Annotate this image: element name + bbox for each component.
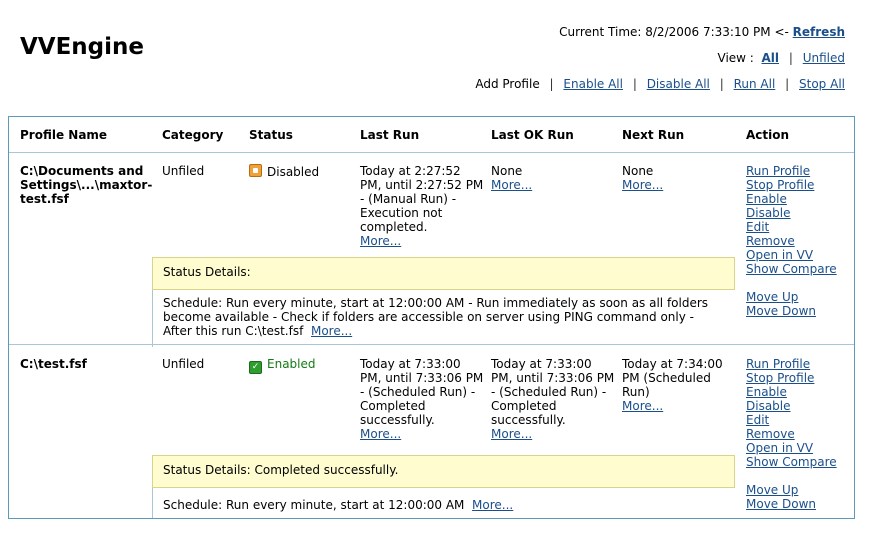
last-ok-run-more-link[interactable]: More... bbox=[491, 178, 532, 192]
open-in-vv-link[interactable]: Open in VV bbox=[746, 248, 854, 262]
show-compare-link[interactable]: Show Compare bbox=[746, 455, 854, 469]
separator: | bbox=[719, 77, 724, 91]
status-text: Disabled bbox=[267, 165, 320, 179]
column-header-status: Status bbox=[249, 128, 293, 142]
status-text: Enabled bbox=[267, 357, 316, 371]
open-in-vv-link[interactable]: Open in VV bbox=[746, 441, 854, 455]
view-unfiled-link[interactable]: Unfiled bbox=[803, 51, 845, 65]
last-run-text: Today at 2:27:52 PM, until 2:27:52 PM - … bbox=[360, 164, 484, 234]
stop-all-link[interactable]: Stop All bbox=[799, 77, 845, 91]
disabled-status-icon bbox=[249, 164, 262, 177]
check-icon: ✓ bbox=[249, 361, 262, 374]
next-run-more-link[interactable]: More... bbox=[622, 178, 663, 192]
edit-link[interactable]: Edit bbox=[746, 220, 854, 234]
profile-name: C:\Documents and Settings\...\maxtor-tes… bbox=[20, 164, 153, 206]
current-time: Current Time: 8/2/2006 7:33:10 PM <- Ref… bbox=[559, 25, 845, 39]
add-profile-button[interactable]: Add Profile bbox=[475, 77, 539, 91]
last-run: Today at 2:27:52 PM, until 2:27:52 PM - … bbox=[360, 164, 485, 248]
last-ok-run: Today at 7:33:00 PM, until 7:33:06 PM - … bbox=[491, 357, 616, 441]
column-header-last-ok-run: Last OK Run bbox=[491, 128, 574, 142]
last-run-text: Today at 7:33:00 PM, until 7:33:06 PM - … bbox=[360, 357, 484, 427]
next-run: Today at 7:34:00 PM (Scheduled Run) More… bbox=[622, 357, 742, 413]
last-ok-run-more-link[interactable]: More... bbox=[491, 427, 532, 441]
disable-link[interactable]: Disable bbox=[746, 206, 854, 220]
profile-name: C:\test.fsf bbox=[20, 357, 87, 371]
schedule-info: Schedule: Run every minute, start at 12:… bbox=[152, 290, 735, 347]
remove-link[interactable]: Remove bbox=[746, 427, 854, 441]
stop-profile-link[interactable]: Stop Profile bbox=[746, 371, 854, 385]
refresh-link[interactable]: Refresh bbox=[793, 25, 845, 39]
view-filter: View : All | Unfiled bbox=[718, 51, 845, 65]
table-row: C:\Documents and Settings\...\maxtor-tes… bbox=[9, 153, 854, 347]
last-ok-run-text: Today at 7:33:00 PM, until 7:33:06 PM - … bbox=[491, 357, 615, 427]
separator: | bbox=[785, 77, 790, 91]
global-actions: Add Profile | Enable All | Disable All |… bbox=[475, 77, 845, 91]
schedule-info: Schedule: Run every minute, start at 12:… bbox=[152, 488, 735, 518]
next-run-text: None bbox=[622, 164, 654, 178]
action-links: Run Profile Stop Profile Enable Disable … bbox=[746, 164, 854, 318]
move-up-link[interactable]: Move Up bbox=[746, 483, 854, 497]
column-header-action: Action bbox=[746, 128, 790, 142]
schedule-more-link[interactable]: More... bbox=[472, 498, 513, 512]
separator: | bbox=[788, 51, 793, 65]
category: Unfiled bbox=[162, 357, 205, 371]
view-all-link[interactable]: All bbox=[762, 51, 780, 65]
move-down-link[interactable]: Move Down bbox=[746, 304, 854, 318]
separator: | bbox=[549, 77, 554, 91]
category: Unfiled bbox=[162, 164, 205, 178]
next-run-more-link[interactable]: More... bbox=[622, 399, 663, 413]
app-title: VVEngine bbox=[20, 34, 145, 60]
status-details-panel: Status Details: Completed successfully. … bbox=[152, 455, 735, 518]
move-up-link[interactable]: Move Up bbox=[746, 290, 854, 304]
last-ok-run: None More... bbox=[491, 164, 616, 192]
schedule-more-link[interactable]: More... bbox=[311, 324, 352, 338]
column-header-last-run: Last Run bbox=[360, 128, 420, 142]
enable-link[interactable]: Enable bbox=[746, 192, 854, 206]
view-label: View : bbox=[717, 51, 754, 65]
run-profile-link[interactable]: Run Profile bbox=[746, 164, 854, 178]
status-details: Status Details: Completed successfully. bbox=[152, 455, 735, 488]
action-links: Run Profile Stop Profile Enable Disable … bbox=[746, 357, 854, 511]
next-run-text: Today at 7:34:00 PM (Scheduled Run) bbox=[622, 357, 723, 399]
table-header: Profile Name Category Status Last Run La… bbox=[9, 117, 854, 153]
column-header-profile-name: Profile Name bbox=[20, 128, 108, 142]
table-row: C:\test.fsf Unfiled ✓ Enabled Today at 7:… bbox=[9, 345, 854, 518]
next-run: None More... bbox=[622, 164, 742, 192]
separator: | bbox=[632, 77, 637, 91]
last-run-more-link[interactable]: More... bbox=[360, 234, 401, 248]
status-details: Status Details: bbox=[152, 257, 735, 290]
column-header-next-run: Next Run bbox=[622, 128, 685, 142]
current-time-text: Current Time: 8/2/2006 7:33:10 PM <- bbox=[559, 25, 789, 39]
run-profile-link[interactable]: Run Profile bbox=[746, 357, 854, 371]
schedule-text: Schedule: Run every minute, start at 12:… bbox=[163, 296, 709, 338]
run-all-link[interactable]: Run All bbox=[734, 77, 776, 91]
status-details-panel: Status Details: Schedule: Run every minu… bbox=[152, 257, 735, 347]
last-run-more-link[interactable]: More... bbox=[360, 427, 401, 441]
schedule-text: Schedule: Run every minute, start at 12:… bbox=[163, 498, 465, 512]
enable-all-link[interactable]: Enable All bbox=[563, 77, 623, 91]
disable-link[interactable]: Disable bbox=[746, 399, 854, 413]
stop-profile-link[interactable]: Stop Profile bbox=[746, 178, 854, 192]
column-header-category: Category bbox=[162, 128, 224, 142]
show-compare-link[interactable]: Show Compare bbox=[746, 262, 854, 276]
last-run: Today at 7:33:00 PM, until 7:33:06 PM - … bbox=[360, 357, 485, 441]
move-down-link[interactable]: Move Down bbox=[746, 497, 854, 511]
edit-link[interactable]: Edit bbox=[746, 413, 854, 427]
profiles-table: Profile Name Category Status Last Run La… bbox=[8, 116, 855, 519]
enable-link[interactable]: Enable bbox=[746, 385, 854, 399]
disable-all-link[interactable]: Disable All bbox=[647, 77, 710, 91]
remove-link[interactable]: Remove bbox=[746, 234, 854, 248]
status: ✓ Enabled bbox=[249, 357, 316, 374]
status: Disabled bbox=[249, 164, 319, 179]
last-ok-run-text: None bbox=[491, 164, 523, 178]
